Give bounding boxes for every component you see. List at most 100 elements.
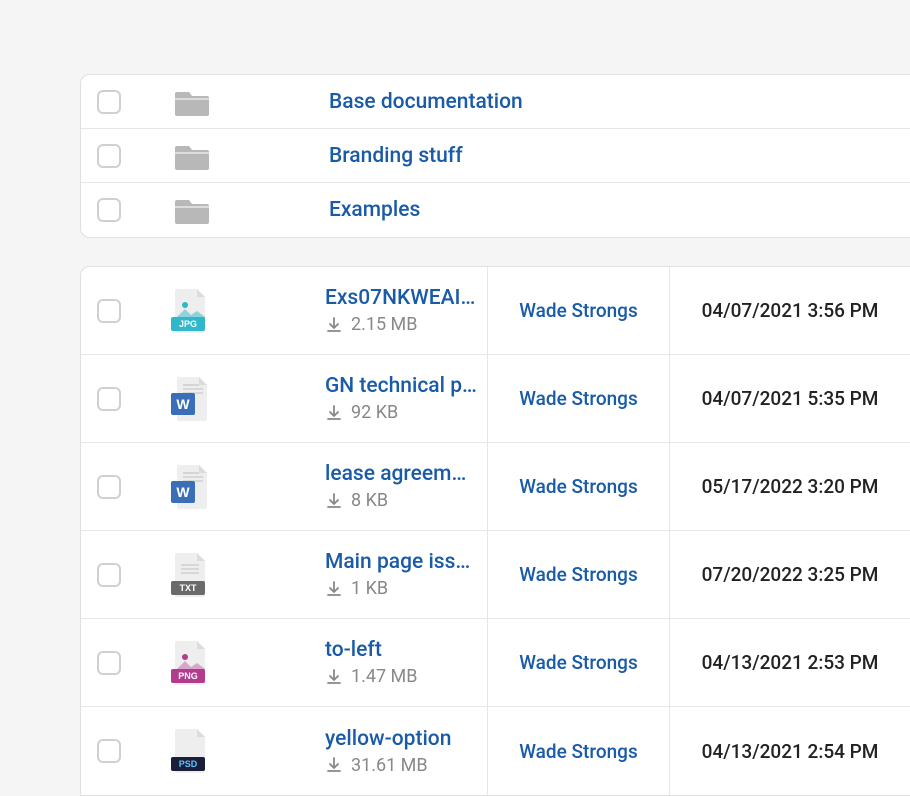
file-name[interactable]: Exs07NKWEAIB7k9: [325, 286, 477, 310]
file-name[interactable]: Main page issues v4: [325, 550, 477, 574]
png-file-icon: PNG: [169, 639, 213, 687]
checkbox-cell: [81, 267, 137, 354]
folder-row[interactable]: Branding stuff: [81, 129, 910, 183]
checkbox[interactable]: [97, 651, 121, 675]
file-type-badge: JPG: [179, 319, 197, 329]
folder-icon-cell: [137, 142, 247, 170]
file-size: 1 KB: [351, 578, 388, 599]
folder-name[interactable]: Branding stuff: [247, 144, 463, 168]
download-icon[interactable]: [325, 580, 343, 598]
file-detail-cell: lease agreement 8 KB: [245, 443, 488, 530]
folder-icon: [175, 196, 209, 224]
file-size-row: 92 KB: [325, 402, 477, 423]
date-cell: 07/20/2022 3:25 PM: [670, 531, 910, 618]
file-row[interactable]: W GN technical project 92 KB Wade Strong…: [81, 355, 910, 443]
folder-name[interactable]: Base documentation: [247, 90, 523, 114]
folder-row[interactable]: Examples: [81, 183, 910, 237]
download-icon[interactable]: [325, 404, 343, 422]
checkbox-cell: [81, 707, 137, 795]
file-detail-cell: yellow-option 31.61 MB: [245, 707, 488, 795]
folder-icon: [175, 88, 209, 116]
jpg-file-icon: JPG: [169, 287, 213, 335]
file-detail-cell: Main page issues v4 1 KB: [245, 531, 488, 618]
file-icon-cell: PNG: [137, 619, 245, 706]
file-size: 1.47 MB: [351, 666, 418, 687]
checkbox-cell: [81, 531, 137, 618]
folder-icon: [175, 142, 209, 170]
date-cell: 04/07/2021 3:56 PM: [670, 267, 910, 354]
date-cell: 05/17/2022 3:20 PM: [670, 443, 910, 530]
checkbox[interactable]: [97, 563, 121, 587]
checkbox-cell: [81, 90, 137, 114]
file-size-row: 1 KB: [325, 578, 477, 599]
file-icon-cell: TXT: [137, 531, 245, 618]
file-row[interactable]: W lease agreement 8 KB Wade Strongs 05/1…: [81, 443, 910, 531]
file-size-row: 2.15 MB: [325, 314, 477, 335]
owner-name[interactable]: Wade Strongs: [519, 651, 637, 674]
file-row[interactable]: PSD yellow-option 31.61 MB Wade Strongs …: [81, 707, 910, 795]
download-icon[interactable]: [325, 492, 343, 510]
folders-panel: Base documentation Branding stuff Exampl…: [80, 74, 910, 238]
owner-name[interactable]: Wade Strongs: [519, 475, 637, 498]
owner-name[interactable]: Wade Strongs: [519, 387, 637, 410]
checkbox-cell: [81, 443, 137, 530]
file-type-badge: W: [176, 484, 190, 500]
checkbox-cell: [81, 355, 137, 442]
owner-name[interactable]: Wade Strongs: [519, 563, 637, 586]
owner-name[interactable]: Wade Strongs: [519, 740, 637, 763]
folder-name[interactable]: Examples: [247, 198, 420, 222]
checkbox[interactable]: [97, 299, 121, 323]
owner-name[interactable]: Wade Strongs: [519, 299, 637, 322]
download-icon[interactable]: [325, 316, 343, 334]
word-file-icon: W: [169, 375, 213, 423]
owner-cell: Wade Strongs: [488, 707, 670, 795]
folder-icon-cell: [137, 88, 247, 116]
checkbox[interactable]: [97, 144, 121, 168]
file-row[interactable]: TXT Main page issues v4 1 KB Wade Strong…: [81, 531, 910, 619]
file-icon-cell: W: [137, 443, 245, 530]
file-detail-cell: GN technical project 92 KB: [245, 355, 488, 442]
file-type-badge: W: [176, 396, 190, 412]
file-row[interactable]: PNG to-left 1.47 MB Wade Strongs 04/13/2…: [81, 619, 910, 707]
file-size-row: 8 KB: [325, 490, 477, 511]
psd-file-icon: PSD: [169, 727, 213, 775]
owner-cell: Wade Strongs: [488, 531, 670, 618]
date-cell: 04/07/2021 5:35 PM: [670, 355, 910, 442]
file-date: 07/20/2022 3:25 PM: [702, 563, 879, 586]
checkbox[interactable]: [97, 90, 121, 114]
checkbox[interactable]: [97, 475, 121, 499]
download-icon[interactable]: [325, 668, 343, 686]
file-name[interactable]: GN technical project: [325, 374, 477, 398]
file-row[interactable]: JPG Exs07NKWEAIB7k9 2.15 MB Wade Strongs…: [81, 267, 910, 355]
file-size: 92 KB: [351, 402, 398, 423]
checkbox[interactable]: [97, 387, 121, 411]
file-type-badge: PSD: [179, 759, 198, 769]
checkbox-cell: [81, 144, 137, 168]
file-detail-cell: Exs07NKWEAIB7k9 2.15 MB: [245, 267, 488, 354]
file-icon-cell: W: [137, 355, 245, 442]
file-size-row: 1.47 MB: [325, 666, 477, 687]
checkbox[interactable]: [97, 198, 121, 222]
file-size: 2.15 MB: [351, 314, 418, 335]
date-cell: 04/13/2021 2:54 PM: [670, 707, 910, 795]
file-date: 04/07/2021 5:35 PM: [702, 387, 879, 410]
file-detail-cell: to-left 1.47 MB: [245, 619, 488, 706]
owner-cell: Wade Strongs: [488, 355, 670, 442]
file-name[interactable]: yellow-option: [325, 727, 477, 751]
download-icon[interactable]: [325, 756, 343, 774]
file-icon-cell: JPG: [137, 267, 245, 354]
file-icon-cell: PSD: [137, 707, 245, 795]
file-name[interactable]: lease agreement: [325, 462, 477, 486]
checkbox-cell: [81, 198, 137, 222]
file-date: 05/17/2022 3:20 PM: [702, 475, 879, 498]
file-type-badge: TXT: [180, 583, 198, 593]
date-cell: 04/13/2021 2:53 PM: [670, 619, 910, 706]
word-file-icon: W: [169, 463, 213, 511]
file-name[interactable]: to-left: [325, 638, 477, 662]
folder-icon-cell: [137, 196, 247, 224]
file-date: 04/13/2021 2:54 PM: [702, 740, 879, 763]
owner-cell: Wade Strongs: [488, 267, 670, 354]
file-date: 04/07/2021 3:56 PM: [702, 299, 879, 322]
folder-row[interactable]: Base documentation: [81, 75, 910, 129]
checkbox[interactable]: [97, 739, 121, 763]
